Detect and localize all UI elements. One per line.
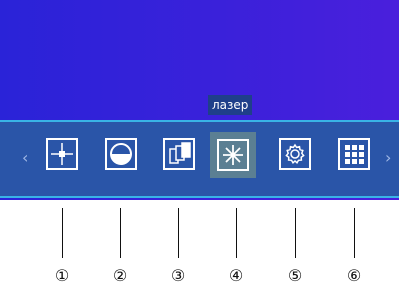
callout-line-4 [236, 208, 237, 258]
crosshair-icon [46, 138, 78, 170]
grid-icon [338, 138, 370, 170]
tool-layers-button[interactable] [159, 134, 199, 174]
callout-number-6: ⑥ [346, 266, 362, 285]
layers-icon [163, 138, 195, 170]
callout-line-1 [62, 208, 63, 258]
callout-number-5: ⑤ [287, 266, 303, 285]
tool-contrast-button[interactable] [101, 134, 141, 174]
tool-crosshair-button[interactable] [42, 134, 82, 174]
callout-line-6 [354, 208, 355, 258]
tool-grid-button[interactable] [334, 134, 374, 174]
callout-number-4: ④ [228, 266, 244, 285]
callout-line-3 [178, 208, 179, 258]
gear-icon [279, 138, 311, 170]
callout-number-2: ② [112, 266, 128, 285]
callout-line-2 [120, 208, 121, 258]
tooltip-laser: лазер [208, 95, 253, 115]
tool-settings-button[interactable] [275, 134, 315, 174]
toolbar-prev-arrow[interactable]: ‹ [22, 150, 28, 166]
toolbar-next-arrow[interactable]: › [385, 150, 391, 166]
toolbar: ‹ › [0, 120, 399, 198]
tool-laser-button[interactable] [210, 132, 256, 178]
callout-line-5 [295, 208, 296, 258]
callout-number-1: ① [54, 266, 70, 285]
laser-star-icon [217, 139, 249, 171]
callout-number-3: ③ [170, 266, 186, 285]
half-circle-icon [105, 138, 137, 170]
